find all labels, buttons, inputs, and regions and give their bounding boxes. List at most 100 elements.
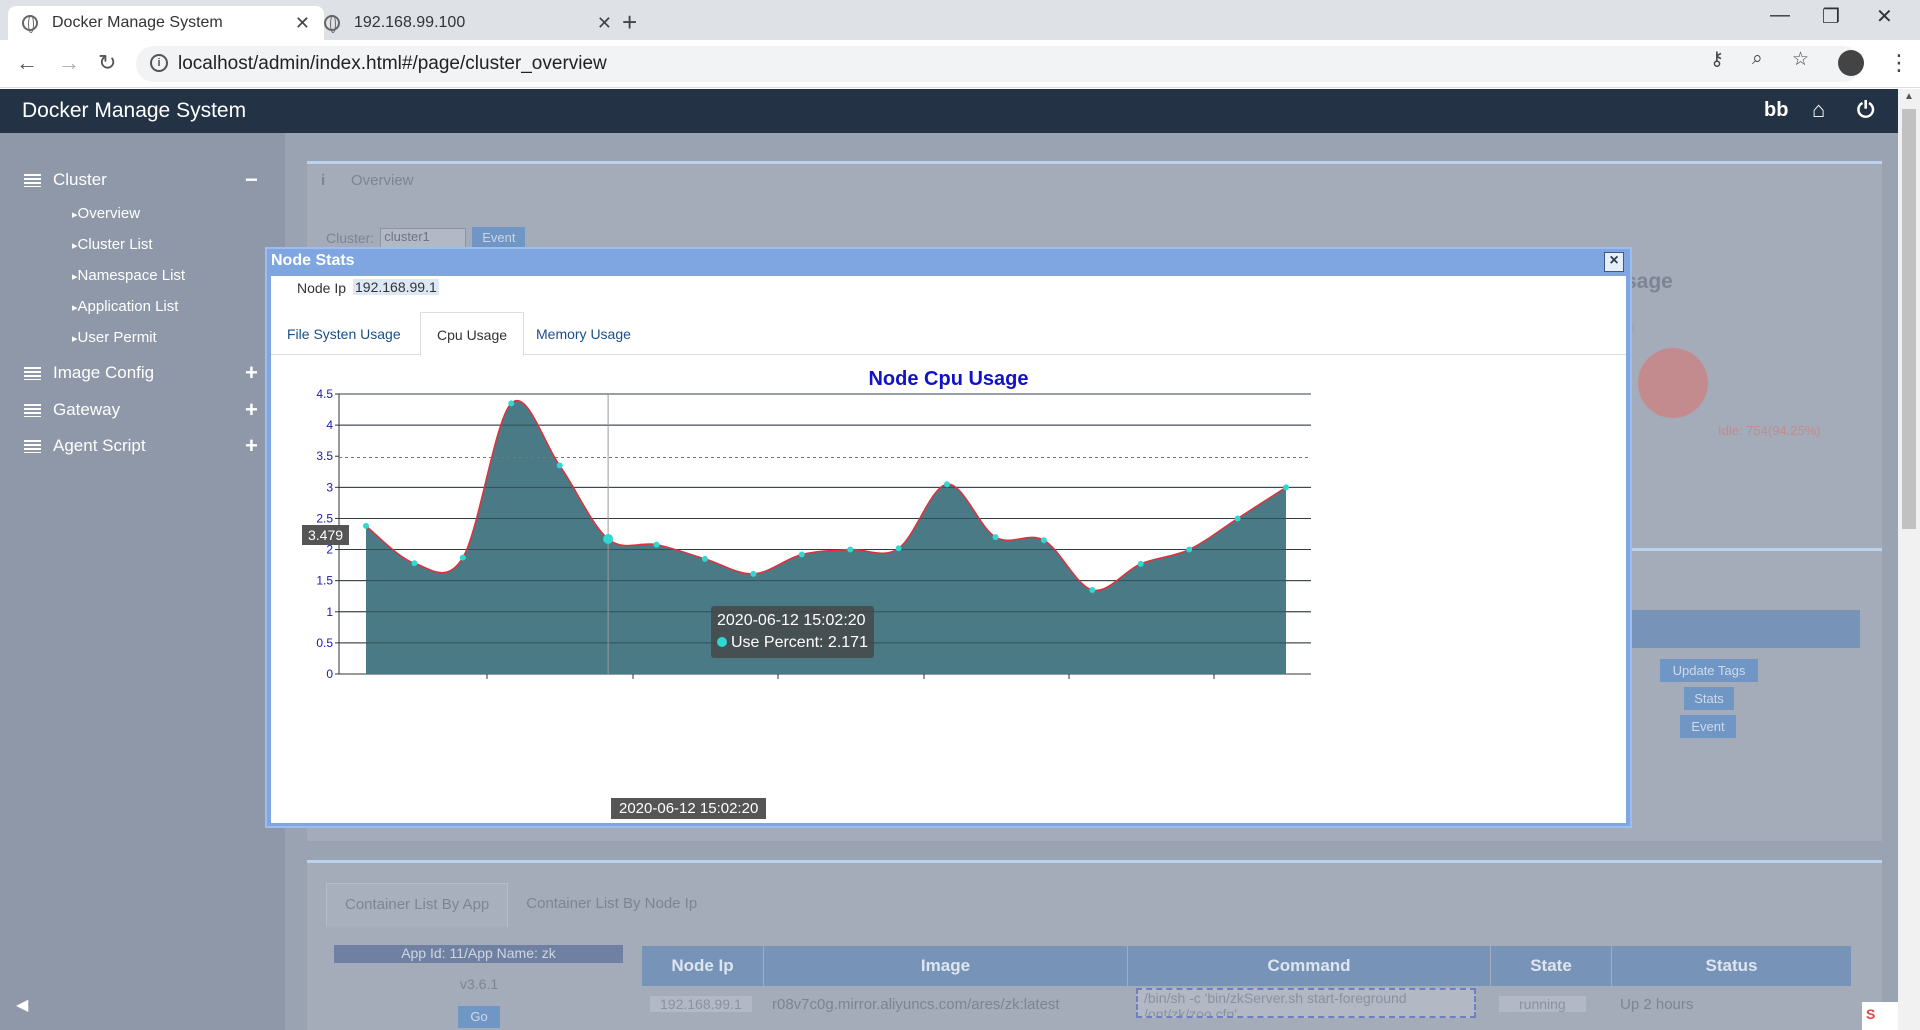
- close-icon[interactable]: ×: [1604, 252, 1624, 272]
- app-title: Docker Manage System: [22, 99, 247, 122]
- sidebar-item-application-list[interactable]: Application List: [72, 298, 179, 315]
- crosshair-x-label: 2020-06-12 15:02:20: [611, 798, 767, 819]
- forward-icon[interactable]: →: [58, 50, 80, 76]
- sidebar-group-image-config[interactable]: Image Config: [24, 363, 154, 383]
- y-tick-label: 4: [326, 418, 333, 432]
- sidebar-item-user-permit[interactable]: User Permit: [72, 329, 157, 346]
- sidebar-item-overview[interactable]: Overview: [72, 205, 141, 222]
- home-icon[interactable]: ⌂: [1812, 97, 1825, 123]
- sidebar-group-label: Image Config: [53, 363, 155, 382]
- y-tick-label: 2.5: [316, 511, 333, 525]
- sidebar-group-label: Agent Script: [53, 436, 146, 455]
- column-header: Image: [764, 946, 1128, 986]
- close-tab-icon[interactable]: ✕: [295, 13, 310, 34]
- tab-container-by-node-ip[interactable]: Container List By Node Ip: [508, 883, 715, 927]
- new-tab-icon[interactable]: +: [622, 7, 637, 38]
- y-tick-label: 0.5: [316, 636, 333, 650]
- data-point: [1089, 587, 1096, 593]
- list-icon: [24, 439, 41, 453]
- update-tags-button[interactable]: Update Tags: [1660, 659, 1758, 682]
- collapse-icon[interactable]: −: [245, 167, 258, 193]
- back-icon[interactable]: ←: [16, 50, 38, 76]
- cluster-label: Cluster:: [326, 229, 375, 246]
- browser-tab-title: 192.168.99.100: [354, 14, 466, 31]
- go-button[interactable]: Go: [458, 1006, 500, 1028]
- app-card-title: App Id: 11/App Name: zk: [334, 945, 623, 963]
- tab-container-by-app[interactable]: Container List By App: [326, 883, 509, 927]
- chart-tooltip: 2020-06-12 15:02:20 Use Percent: 2.171: [711, 606, 874, 658]
- scroll-up-icon[interactable]: ▲: [1904, 91, 1914, 102]
- browser-tab-active[interactable]: Docker Manage System ✕: [8, 6, 324, 40]
- close-tab-icon[interactable]: ✕: [597, 13, 612, 34]
- state-cell: running: [1499, 996, 1586, 1012]
- url-text: localhost/admin/index.html#/page/cluster…: [178, 53, 607, 74]
- info-icon: i: [321, 172, 326, 189]
- event-button[interactable]: Event: [472, 227, 526, 248]
- restore-icon[interactable]: ❐: [1822, 4, 1840, 29]
- status-cell: Up 2 hours: [1620, 996, 1694, 1013]
- data-point: [847, 546, 854, 553]
- usage-title: sage: [1625, 270, 1673, 293]
- scroll-thumb[interactable]: [1902, 109, 1916, 529]
- y-tick-label: 3: [326, 480, 333, 494]
- data-point: [944, 481, 951, 488]
- sidebar-item-cluster-list[interactable]: Cluster List: [72, 236, 153, 253]
- tooltip-value-row: Use Percent: 2.171: [717, 632, 868, 654]
- data-point: [750, 570, 757, 577]
- url-field[interactable]: i localhost/admin/index.html#/page/clust…: [136, 46, 1861, 82]
- expand-icon[interactable]: +: [245, 397, 258, 423]
- data-point: [556, 462, 563, 469]
- sidebar-group-label: Gateway: [53, 400, 121, 419]
- power-icon[interactable]: ⏻: [1857, 97, 1874, 123]
- table-header: Node Ip Image Command State Status: [642, 946, 1852, 986]
- reload-icon[interactable]: ↻: [98, 50, 116, 76]
- page-scrollbar[interactable]: ▲: [1898, 89, 1920, 1030]
- sidebar-group-agent-script[interactable]: Agent Script: [24, 436, 146, 456]
- node-stats-dialog: Node Stats × Node Ip 192.168.99.1 File S…: [265, 247, 1632, 828]
- globe-icon: [324, 15, 340, 33]
- data-point: [1283, 484, 1289, 491]
- tooltip-time: 2020-06-12 15:02:20: [717, 612, 866, 629]
- cpu-usage-chart[interactable]: 00.511.522.533.544.5: [271, 276, 1626, 823]
- sidebar-item-namespace-list[interactable]: Namespace List: [72, 267, 186, 284]
- expand-icon[interactable]: +: [245, 360, 258, 386]
- container-table: Node Ip Image Command State Status 192.1…: [642, 946, 1852, 1026]
- data-point: [411, 560, 418, 567]
- key-icon[interactable]: ⚷: [1710, 48, 1724, 71]
- expand-icon[interactable]: +: [245, 433, 258, 459]
- menu-icon[interactable]: ⋮: [1888, 50, 1910, 76]
- table-row: 192.168.99.1 r08v7c0g.mirror.aliyuncs.co…: [642, 986, 1852, 1026]
- data-point: [653, 541, 660, 548]
- column-header: Status: [1612, 946, 1852, 986]
- star-icon[interactable]: ☆: [1792, 48, 1809, 71]
- cluster-selector-row: Cluster: cluster1 Event: [326, 227, 526, 248]
- list-icon: [24, 173, 41, 187]
- minimize-icon[interactable]: —: [1770, 4, 1790, 27]
- tooltip-value: Use Percent: 2.171: [731, 634, 868, 651]
- command-cell: /bin/sh -c 'bin/zkServer.sh start-foregr…: [1136, 988, 1476, 1018]
- user-name[interactable]: bb: [1764, 99, 1788, 122]
- data-point: [701, 555, 708, 562]
- data-point: [1040, 537, 1047, 544]
- node-panel: [1630, 548, 1882, 588]
- collapse-sidebar-icon[interactable]: ◀: [16, 995, 28, 1015]
- y-tick-label: 4.5: [316, 387, 333, 401]
- event-button[interactable]: Event: [1680, 715, 1736, 738]
- cluster-select[interactable]: cluster1: [380, 227, 467, 248]
- zoom-icon[interactable]: ⌕: [1752, 48, 1763, 70]
- browser-tab[interactable]: 192.168.99.100 ✕: [310, 6, 626, 40]
- window-close-icon[interactable]: ✕: [1876, 4, 1893, 29]
- ime-tray-icon[interactable]: S: [1862, 1002, 1898, 1030]
- cpu-pie-chart: [1638, 348, 1708, 418]
- sidebar-group-gateway[interactable]: Gateway: [24, 400, 120, 420]
- address-bar: ← → ↻ i localhost/admin/index.html#/page…: [0, 40, 1920, 88]
- stats-button[interactable]: Stats: [1684, 687, 1734, 710]
- list-icon: [24, 366, 41, 380]
- sidebar-group-cluster[interactable]: Cluster: [24, 170, 107, 190]
- data-point: [1234, 515, 1241, 522]
- data-point: [895, 545, 902, 552]
- tab-overview[interactable]: Overview: [351, 172, 414, 189]
- node-ip-cell: 192.168.99.1: [650, 996, 752, 1012]
- info-icon[interactable]: i: [150, 54, 168, 72]
- profile-avatar[interactable]: [1838, 50, 1864, 76]
